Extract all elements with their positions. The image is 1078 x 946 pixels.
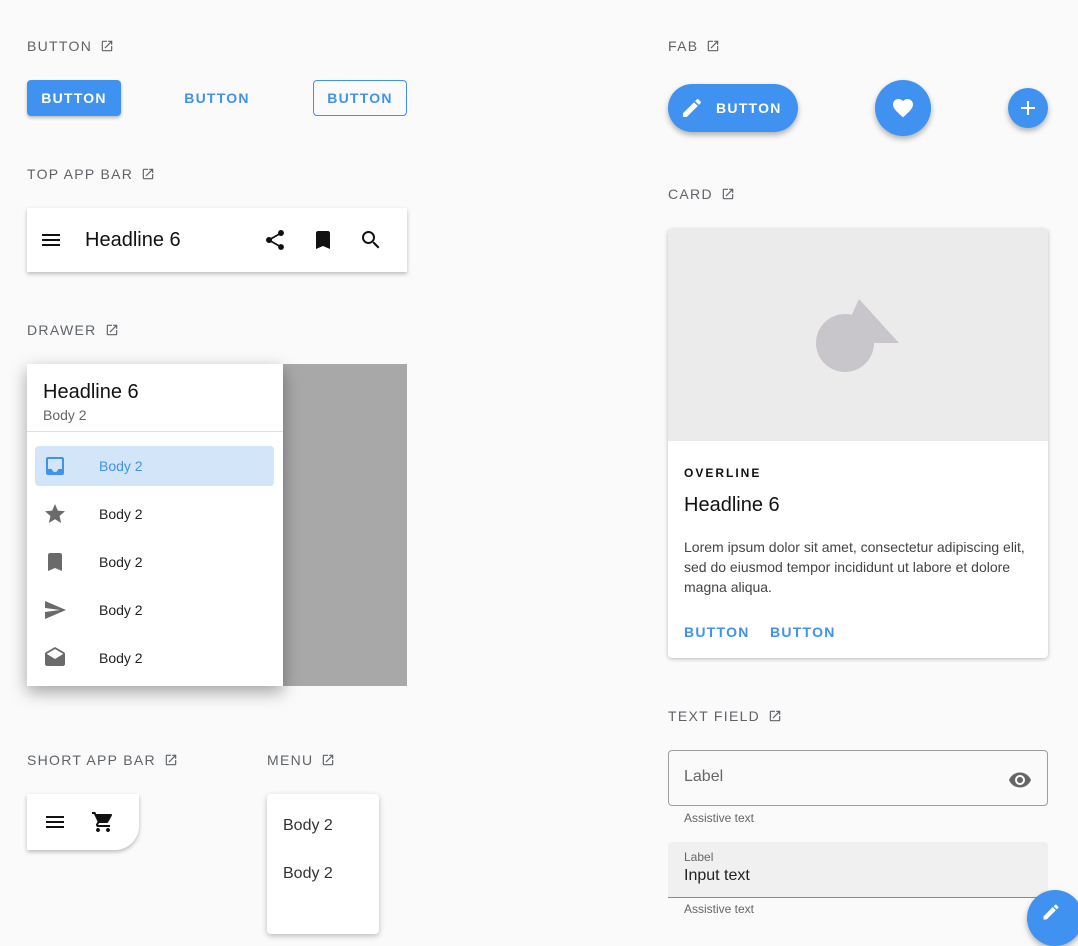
- drawer-item-label: Body 2: [99, 602, 143, 618]
- top-app-bar: Headline 6: [27, 208, 407, 272]
- add-icon: [1016, 96, 1040, 120]
- menu: Body 2 Body 2: [267, 794, 379, 934]
- menu-item[interactable]: Body 2: [283, 817, 333, 835]
- card-title: Headline 6: [684, 494, 780, 516]
- star-icon: [43, 502, 67, 526]
- section-title-label: BUTTON: [27, 38, 93, 54]
- section-title-label: TEXT FIELD: [668, 708, 761, 724]
- drawer-subtitle: Body 2: [43, 407, 87, 423]
- visibility-icon[interactable]: [1008, 768, 1032, 792]
- assistive-text: Assistive text: [684, 902, 755, 916]
- section-title-label: FAB: [668, 38, 699, 54]
- section-title-label: TOP APP BAR: [27, 166, 134, 182]
- outlined-button[interactable]: BUTTON: [313, 80, 407, 116]
- drafts-icon: [43, 646, 67, 670]
- bookmark-icon[interactable]: [311, 228, 335, 252]
- extended-fab[interactable]: BUTTON: [668, 84, 798, 132]
- text-field-label: Label: [684, 768, 724, 785]
- edit-icon: [680, 96, 704, 120]
- open-in-new-icon[interactable]: [100, 39, 114, 53]
- text-field-value: Input text: [684, 867, 750, 884]
- navigation-drawer: Headline 6 Body 2 Body 2 Body 2 Body 2 B…: [27, 364, 283, 686]
- drawer-item-label: Body 2: [99, 554, 143, 570]
- section-title-text-field: TEXT FIELD: [668, 708, 782, 724]
- assistive-text: Assistive text: [684, 811, 755, 825]
- menu-icon[interactable]: [43, 810, 67, 834]
- search-icon[interactable]: [359, 228, 383, 252]
- card-media: [668, 229, 1048, 441]
- section-title-label: MENU: [267, 752, 314, 768]
- open-in-new-icon[interactable]: [768, 709, 782, 723]
- drawer-item-inbox[interactable]: Body 2: [35, 446, 274, 486]
- open-in-new-icon[interactable]: [321, 753, 335, 767]
- short-app-bar: [27, 794, 139, 850]
- section-title-menu: MENU: [267, 752, 335, 768]
- card-overline: OVERLINE: [684, 466, 762, 480]
- drawer-item-drafts[interactable]: Body 2: [35, 638, 274, 678]
- section-title-top-app-bar: TOP APP BAR: [27, 166, 155, 182]
- open-in-new-icon[interactable]: [105, 323, 119, 337]
- filled-text-field[interactable]: Label Input text: [668, 842, 1048, 898]
- add-fab[interactable]: [1008, 88, 1048, 128]
- send-icon: [43, 598, 67, 622]
- section-title-label: SHORT APP BAR: [27, 752, 156, 768]
- image-placeholder-icon: [816, 299, 899, 372]
- section-title-button: BUTTON: [27, 38, 114, 54]
- open-in-new-icon[interactable]: [141, 167, 155, 181]
- contained-button[interactable]: BUTTON: [27, 80, 121, 116]
- drawer-item-label: Body 2: [99, 458, 143, 474]
- drawer-title: Headline 6: [43, 381, 139, 403]
- favorite-fab[interactable]: [875, 80, 931, 136]
- section-title-label: CARD: [668, 186, 713, 202]
- drawer-item-send[interactable]: Body 2: [35, 590, 274, 630]
- open-in-new-icon[interactable]: [721, 187, 735, 201]
- divider: [27, 431, 283, 432]
- menu-icon[interactable]: [39, 228, 63, 252]
- section-title-drawer: DRAWER: [27, 322, 119, 338]
- card-action-button[interactable]: BUTTON: [770, 624, 836, 640]
- inbox-icon: [43, 454, 67, 478]
- share-icon[interactable]: [263, 228, 287, 252]
- section-title-short-app-bar: SHORT APP BAR: [27, 752, 178, 768]
- outlined-text-field[interactable]: Label: [668, 750, 1048, 806]
- card-action-button[interactable]: BUTTON: [684, 624, 750, 640]
- drawer-item-label: Body 2: [99, 650, 143, 666]
- card[interactable]: OVERLINE Headline 6 Lorem ipsum dolor si…: [668, 229, 1048, 658]
- section-title-fab: FAB: [668, 38, 720, 54]
- theme-editor-fab[interactable]: [1027, 890, 1078, 946]
- extended-fab-label: BUTTON: [716, 100, 782, 116]
- open-in-new-icon[interactable]: [164, 753, 178, 767]
- text-button[interactable]: BUTTON: [170, 80, 264, 116]
- text-field-label: Label: [684, 850, 714, 864]
- menu-item[interactable]: Body 2: [283, 865, 333, 883]
- section-title-label: DRAWER: [27, 322, 97, 338]
- card-body: Lorem ipsum dolor sit amet, consectetur …: [684, 539, 1025, 595]
- heart-icon: [891, 96, 915, 120]
- bookmark-icon: [43, 550, 67, 574]
- open-in-new-icon[interactable]: [706, 39, 720, 53]
- cart-icon[interactable]: [91, 810, 115, 834]
- section-title-card: CARD: [668, 186, 735, 202]
- drawer-item-star[interactable]: Body 2: [35, 494, 274, 534]
- top-app-bar-title: Headline 6: [85, 228, 181, 251]
- drawer-item-bookmark[interactable]: Body 2: [35, 542, 274, 582]
- drawer-item-label: Body 2: [99, 506, 143, 522]
